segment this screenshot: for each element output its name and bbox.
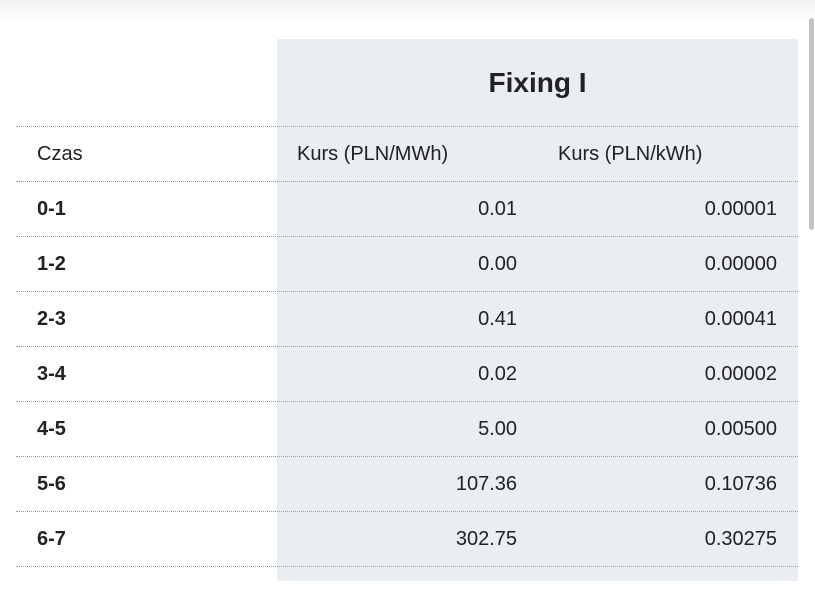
header-rate-mwh: Kurs (PLN/MWh) [297, 143, 449, 165]
row-rate-mwh: 302.75 [455, 528, 517, 550]
row-rate-kwh: 0.30275 [704, 528, 777, 550]
top-shadow [0, 0, 815, 22]
row-time: 6-7 [37, 528, 66, 550]
table-row: 5-6 107.36 0.10736 [16, 457, 798, 512]
row-rate-kwh: 0.00001 [704, 198, 777, 220]
row-time: 1-2 [37, 253, 66, 275]
row-rate-mwh: 0.41 [478, 308, 517, 330]
row-divider [16, 566, 798, 567]
table-row: 6-7 302.75 0.30275 [16, 512, 798, 567]
row-rate-kwh: 0.00041 [704, 308, 777, 330]
row-rate-mwh: 0.01 [478, 198, 517, 220]
header-rate-kwh: Kurs (PLN/kWh) [558, 143, 703, 165]
table-header-row: Czas Kurs (PLN/MWh) Kurs (PLN/kWh) [16, 127, 798, 182]
row-rate-kwh: 0.00000 [704, 253, 777, 275]
row-time: 5-6 [37, 473, 66, 495]
row-rate-mwh: 0.00 [478, 253, 517, 275]
table-row: 3-4 0.02 0.00002 [16, 347, 798, 402]
row-time: 0-1 [37, 198, 66, 220]
table-row: 2-3 0.41 0.00041 [16, 292, 798, 347]
row-rate-kwh: 0.10736 [704, 473, 777, 495]
fixing-title: Fixing I [488, 67, 587, 98]
row-rate-mwh: 107.36 [455, 473, 517, 495]
row-time: 4-5 [37, 418, 66, 440]
table-row: 4-5 5.00 0.00500 [16, 402, 798, 457]
table-row: 0-1 0.01 0.00001 [16, 182, 798, 237]
row-rate-mwh: 5.00 [478, 418, 517, 440]
header-time: Czas [37, 143, 83, 165]
table-row: 1-2 0.00 0.00000 [16, 237, 798, 292]
row-rate-kwh: 0.00002 [704, 363, 777, 385]
scrollbar-thumb[interactable] [809, 18, 814, 230]
row-time: 2-3 [37, 308, 66, 330]
row-rate-kwh: 0.00500 [704, 418, 777, 440]
row-time: 3-4 [37, 363, 66, 385]
fixing-table: Fixing I Czas Kurs (PLN/MWh) Kurs (PLN/k… [16, 39, 798, 600]
row-rate-mwh: 0.02 [478, 363, 517, 385]
